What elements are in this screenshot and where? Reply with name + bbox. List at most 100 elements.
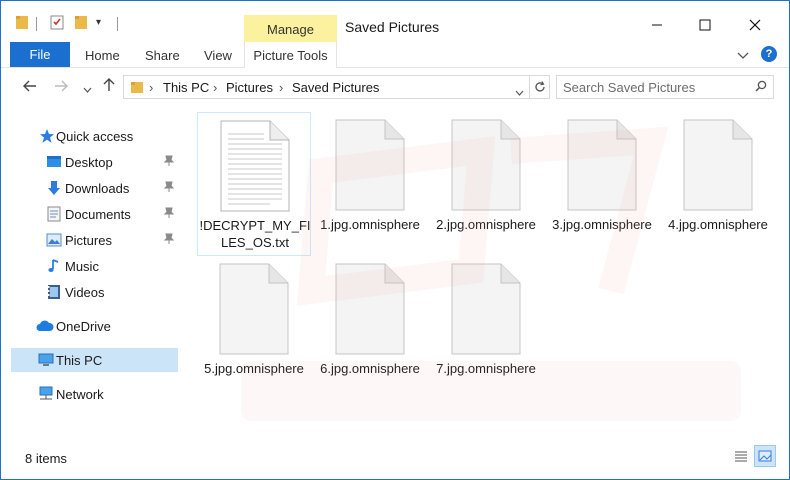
breadcrumb-pictures[interactable]: Pictures bbox=[226, 80, 273, 95]
sidebar-item-pictures[interactable]: Pictures bbox=[11, 228, 178, 252]
sidebar-item-this-pc[interactable]: This PC bbox=[11, 348, 178, 372]
search-box[interactable] bbox=[556, 75, 774, 99]
sidebar-item-label: Music bbox=[65, 258, 99, 274]
music-note-icon bbox=[46, 258, 62, 274]
address-bar[interactable]: › This PC › Pictures › Saved Pictures bbox=[123, 75, 530, 99]
refresh-button[interactable] bbox=[530, 75, 550, 99]
refresh-icon bbox=[534, 81, 545, 92]
file-name-line: !DECRYPT_MY_FI bbox=[199, 218, 311, 233]
file-name-line: LES_OS.txt bbox=[221, 235, 289, 250]
file-name: 4.jpg.omnisphere bbox=[668, 217, 768, 232]
file-list[interactable]: !DECRYPT_MY_FI LES_OS.txt 1.jpg.omnispher… bbox=[184, 108, 789, 443]
blank-file-icon bbox=[219, 263, 289, 355]
details-view-button[interactable] bbox=[730, 445, 752, 467]
sidebar-item-network[interactable]: Network bbox=[11, 382, 178, 406]
toolbar-divider bbox=[36, 17, 37, 31]
forward-arrow-icon[interactable] bbox=[54, 79, 68, 95]
sidebar-item-music[interactable]: Music bbox=[11, 254, 178, 278]
breadcrumb-separator-icon[interactable]: › bbox=[213, 80, 217, 95]
file-name: 1.jpg.omnisphere bbox=[320, 217, 420, 232]
sidebar-item-onedrive[interactable]: OneDrive bbox=[11, 314, 178, 338]
blank-file-icon bbox=[683, 119, 753, 211]
sidebar-item-videos[interactable]: Videos bbox=[11, 280, 178, 304]
file-name: 6.jpg.omnisphere bbox=[320, 361, 420, 376]
sidebar-item-label: Pictures bbox=[65, 232, 112, 248]
sidebar-item-downloads[interactable]: Downloads bbox=[11, 176, 178, 200]
sidebar-item-quick-access[interactable]: Quick access bbox=[11, 124, 178, 148]
sidebar-item-label: This PC bbox=[56, 352, 103, 368]
file-item[interactable]: !DECRYPT_MY_FI LES_OS.txt bbox=[197, 112, 311, 256]
title-bar: ▾ Manage Saved Pictures bbox=[1, 1, 789, 42]
tab-home[interactable]: Home bbox=[85, 48, 120, 63]
expand-ribbon-chevron-icon[interactable] bbox=[737, 48, 749, 63]
up-arrow-icon[interactable] bbox=[103, 78, 115, 95]
new-folder-icon[interactable] bbox=[74, 13, 88, 31]
back-arrow-icon[interactable] bbox=[23, 79, 37, 95]
text-file-icon bbox=[220, 120, 290, 212]
folder-icon bbox=[130, 80, 144, 97]
file-item[interactable]: 2.jpg.omnisphere bbox=[429, 112, 543, 256]
file-item[interactable]: 4.jpg.omnisphere bbox=[661, 112, 775, 256]
breadcrumb-saved-pictures[interactable]: Saved Pictures bbox=[292, 80, 379, 95]
search-input[interactable] bbox=[563, 79, 748, 95]
file-name: 3.jpg.omnisphere bbox=[552, 217, 652, 232]
sidebar-item-label: Downloads bbox=[65, 180, 130, 196]
ribbon-tabs: File Home Share View Picture Tools ? bbox=[1, 42, 789, 68]
blank-file-icon bbox=[567, 119, 637, 211]
sidebar-item-label: Documents bbox=[65, 206, 131, 222]
pictures-icon bbox=[46, 232, 62, 248]
customize-toolbar-dropdown-icon[interactable]: ▾ bbox=[96, 13, 101, 31]
tab-file[interactable]: File bbox=[10, 42, 70, 67]
documents-icon bbox=[46, 206, 62, 222]
tab-view[interactable]: View bbox=[204, 48, 232, 63]
pin-icon[interactable] bbox=[163, 155, 175, 170]
properties-icon[interactable] bbox=[49, 13, 65, 31]
file-item[interactable]: 7.jpg.omnisphere bbox=[429, 256, 543, 400]
file-item[interactable]: 6.jpg.omnisphere bbox=[313, 256, 427, 400]
large-icons-view-button[interactable] bbox=[754, 445, 776, 467]
file-name: !DECRYPT_MY_FI LES_OS.txt bbox=[198, 217, 312, 251]
tab-picture-tools[interactable]: Picture Tools bbox=[244, 42, 337, 68]
sidebar-item-label: Videos bbox=[65, 284, 105, 300]
cloud-icon bbox=[36, 318, 54, 334]
blank-file-icon bbox=[451, 119, 521, 211]
file-item[interactable]: 5.jpg.omnisphere bbox=[197, 256, 311, 400]
pin-icon[interactable] bbox=[163, 207, 175, 222]
file-name: 5.jpg.omnisphere bbox=[204, 361, 304, 376]
sidebar-item-label: OneDrive bbox=[56, 318, 111, 334]
sidebar-item-label: Quick access bbox=[56, 128, 134, 144]
network-icon bbox=[37, 386, 53, 402]
help-icon[interactable]: ? bbox=[761, 46, 777, 62]
recent-locations-chevron-icon[interactable] bbox=[83, 80, 92, 96]
tab-share[interactable]: Share bbox=[145, 48, 180, 63]
details-view-icon bbox=[735, 451, 747, 462]
large-icons-view-icon bbox=[758, 450, 772, 462]
blank-file-icon bbox=[335, 263, 405, 355]
computer-icon bbox=[37, 352, 54, 368]
download-arrow-icon bbox=[46, 180, 62, 196]
pin-icon[interactable] bbox=[163, 181, 175, 196]
search-icon[interactable] bbox=[755, 80, 767, 95]
videos-icon bbox=[46, 284, 62, 300]
navigation-pane: Quick access Desktop Downloads Documents… bbox=[1, 108, 181, 443]
navigation-bar: › This PC › Pictures › Saved Pictures bbox=[1, 69, 789, 107]
address-history-chevron-icon[interactable] bbox=[515, 84, 524, 99]
breadcrumb-separator-icon[interactable]: › bbox=[279, 80, 283, 95]
breadcrumb-separator-icon[interactable]: › bbox=[149, 80, 153, 95]
minimize-button[interactable] bbox=[637, 11, 677, 39]
breadcrumb-this-pc[interactable]: This PC bbox=[163, 80, 209, 95]
file-item[interactable]: 1.jpg.omnisphere bbox=[313, 112, 427, 256]
file-explorer-window: ▾ Manage Saved Pictures File Home Share … bbox=[0, 0, 790, 480]
pin-icon[interactable] bbox=[163, 233, 175, 248]
sidebar-item-desktop[interactable]: Desktop bbox=[11, 150, 178, 174]
sidebar-item-label: Network bbox=[56, 386, 104, 402]
sidebar-item-documents[interactable]: Documents bbox=[11, 202, 178, 226]
maximize-button[interactable] bbox=[685, 11, 725, 39]
desktop-folder-icon bbox=[46, 154, 62, 170]
blank-file-icon bbox=[335, 119, 405, 211]
toolbar-divider bbox=[117, 17, 118, 31]
window-title: Saved Pictures bbox=[345, 19, 440, 35]
close-button[interactable] bbox=[735, 11, 775, 39]
file-item[interactable]: 3.jpg.omnisphere bbox=[545, 112, 659, 256]
file-name: 7.jpg.omnisphere bbox=[436, 361, 536, 376]
